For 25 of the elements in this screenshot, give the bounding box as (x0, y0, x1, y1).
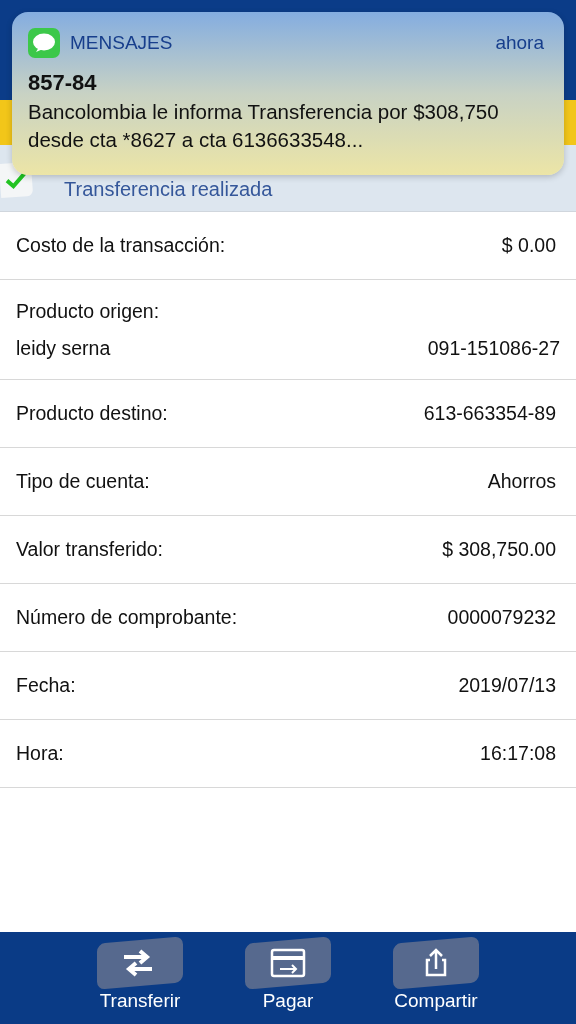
field-value: 613-663354-89 (423, 402, 556, 425)
messages-app-icon (28, 28, 60, 58)
field-value: 0000079232 (447, 606, 556, 629)
notification-time: ahora (495, 32, 544, 54)
field-value: 091-151086-27 (427, 336, 560, 360)
field-label: Producto destino: (16, 402, 168, 425)
field-label: Tipo de cuenta: (16, 470, 150, 493)
field-label: Costo de la transacción: (16, 234, 226, 257)
field-value: 2019/07/13 (458, 674, 556, 697)
field-value: $ 0.00 (501, 234, 556, 257)
notification-message: Bancolombia le informa Transferencia por $308,750 desde cta *8627 a cta 6136633548... (28, 99, 500, 153)
card-icon (268, 947, 308, 979)
field-label: Hora: (16, 742, 64, 765)
field-label: Fecha: (16, 674, 76, 697)
field-label: Valor transferido: (16, 538, 164, 561)
field-value: $ 308,750.00 (442, 538, 556, 561)
sender-name: 857-84 (28, 70, 98, 96)
field-label: Producto origen: (16, 299, 161, 323)
status-text: Transferencia realizada (64, 178, 273, 201)
app-name: MENSAJES (70, 32, 174, 54)
field-value: 16:17:08 (480, 742, 556, 765)
field-value: Ahorros (487, 470, 556, 493)
account-holder: leidy serna (16, 336, 111, 360)
notification-banner[interactable]: MENSAJES ahora 857-84 Bancolombia le informa Transferencia por $308,750 desde cta *8627 a cta 6136633548... (12, 12, 564, 175)
field-label: Número de comprobante: (16, 606, 238, 629)
